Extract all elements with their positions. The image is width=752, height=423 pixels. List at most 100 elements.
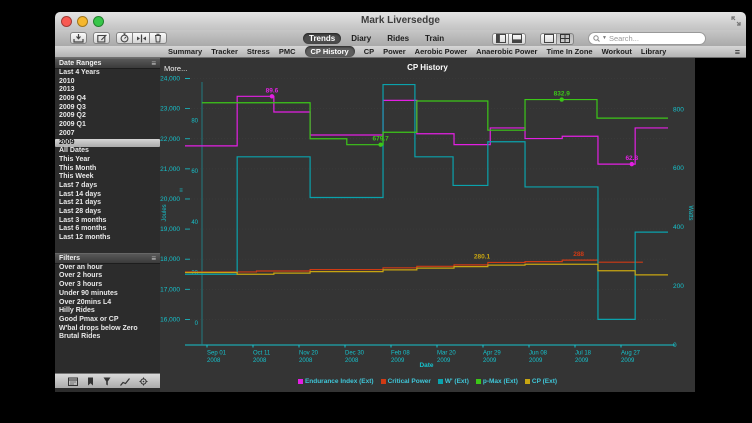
search-input[interactable]: ▼ Search... [588, 32, 706, 45]
date-range-item-this-week[interactable]: This Week [55, 173, 160, 182]
x-tick-label: Sep 012008 [207, 351, 227, 365]
fullscreen-icon[interactable] [731, 16, 741, 26]
filter-item-under-90-minutes[interactable]: Under 90 minutes [55, 290, 160, 299]
legend-item-w-ext: W' (Ext) [438, 378, 469, 385]
filters-menu-icon[interactable]: ≡ [151, 255, 156, 262]
bookmark-icon[interactable] [87, 377, 94, 386]
data-label: 832.9 [554, 91, 571, 98]
toggle-sidebar-button[interactable] [492, 33, 509, 45]
date-range-item-this-year[interactable]: This Year [55, 156, 160, 165]
ei-axis-title: ≡ [179, 188, 183, 194]
tab-aerobic-power[interactable]: Aerobic Power [415, 47, 468, 56]
calendar-icon[interactable] [68, 377, 78, 386]
date-range-item-last-4-years[interactable]: Last 4 Years [55, 69, 160, 78]
watts-tick-label: 0 [673, 342, 677, 349]
joules-tick-label: 16,000 [160, 316, 180, 323]
tab-pmc[interactable]: PMC [279, 47, 296, 56]
data-point [630, 162, 634, 166]
filter-item-over-2-hours[interactable]: Over 2 hours [55, 272, 160, 281]
filter-item-hilly-rides[interactable]: Hilly Rides [55, 307, 160, 316]
cp-history-plot[interactable]: Sep 012008Oct 112008Nov 202008Dec 302008… [160, 58, 695, 392]
window-title: Mark Liversedge [55, 15, 746, 26]
tabbar-menu-icon[interactable]: ≡ [735, 47, 740, 57]
filter-item-over-20mins-l4[interactable]: Over 20mins L4 [55, 299, 160, 308]
tab-power[interactable]: Power [383, 47, 406, 56]
tab-stress[interactable]: Stress [247, 47, 270, 56]
series-endurance-index-ext- [185, 96, 668, 164]
legend-swatch [476, 379, 481, 384]
date-range-item-2010[interactable]: 2010 [55, 78, 160, 87]
tab-tracker[interactable]: Tracker [211, 47, 238, 56]
date-range-item-this-month[interactable]: This Month [55, 165, 160, 174]
legend-item-endurance-index-ext: Endurance Index (Ext) [298, 378, 374, 385]
legend-item-p-max-ext: p-Max (Ext) [476, 378, 518, 385]
watts-tick-label: 200 [673, 283, 684, 290]
layout-single-button[interactable] [540, 33, 557, 45]
series-w-ext- [185, 85, 668, 320]
delete-button[interactable] [150, 32, 167, 44]
date-range-item-2009-q1[interactable]: 2009 Q1 [55, 121, 160, 130]
tab-summary[interactable]: Summary [168, 47, 202, 56]
legend-label: Endurance Index (Ext) [305, 378, 374, 385]
date-range-item-last-6-months[interactable]: Last 6 months [55, 225, 160, 234]
ei-tick-label: 60 [191, 169, 198, 175]
date-range-item-all-dates[interactable]: All Dates [55, 147, 160, 156]
date-range-item-last-14-days[interactable]: Last 14 days [55, 191, 160, 200]
view-tab-trends[interactable]: Trends [303, 33, 341, 44]
tab-cp-history[interactable]: CP History [305, 46, 355, 57]
chart-tab-bar: Summary Tracker Stress PMC CP History CP Power… [55, 46, 746, 58]
date-range-item-last-7-days[interactable]: Last 7 days [55, 182, 160, 191]
date-range-item-2009-q4[interactable]: 2009 Q4 [55, 95, 160, 104]
settings-icon[interactable] [139, 377, 148, 386]
intervals-split-button[interactable] [133, 32, 150, 44]
toggle-bottombar-button[interactable] [509, 33, 526, 45]
date-range-item-2013[interactable]: 2013 [55, 86, 160, 95]
date-range-item-2009-q3[interactable]: 2009 Q3 [55, 104, 160, 113]
date-range-item-last-3-months[interactable]: Last 3 months [55, 217, 160, 226]
filter-icon[interactable] [103, 377, 111, 386]
compose-button[interactable] [93, 32, 110, 44]
legend-item-critical-power: Critical Power [381, 378, 431, 385]
view-tab-diary[interactable]: Diary [345, 33, 377, 44]
tab-library[interactable]: Library [641, 47, 666, 56]
tab-workout[interactable]: Workout [602, 47, 632, 56]
x-tick-label: Dec 302008 [345, 351, 365, 365]
date-range-item-2007[interactable]: 2007 [55, 130, 160, 139]
layout-tiled-button[interactable] [557, 33, 574, 45]
data-label: 679.7 [372, 136, 389, 143]
joules-tick-label: 24,000 [160, 76, 180, 83]
date-range-item-last-12-months[interactable]: Last 12 months [55, 234, 160, 243]
window-titlebar[interactable]: Mark Liversedge [55, 12, 746, 31]
date-range-item-2009[interactable]: 2009 [55, 139, 160, 148]
filter-item-over-an-hour[interactable]: Over an hour [55, 264, 160, 273]
import-button[interactable] [70, 32, 87, 44]
cp-history-chart: Sep 012008Oct 112008Nov 202008Dec 302008… [160, 58, 695, 392]
date-ranges-menu-icon[interactable]: ≡ [151, 60, 156, 67]
tab-anaerobic-power[interactable]: Anaerobic Power [476, 47, 537, 56]
date-range-item-2009-q2[interactable]: 2009 Q2 [55, 112, 160, 121]
search-icon [593, 35, 600, 42]
legend-label: Critical Power [388, 378, 431, 385]
date-ranges-header[interactable]: Date Ranges ≡ [55, 58, 160, 69]
filter-item-brutal-rides[interactable]: Brutal Rides [55, 333, 160, 342]
filters-header[interactable]: Filters ≡ [55, 253, 160, 264]
legend-label: p-Max (Ext) [483, 378, 518, 385]
joules-tick-label: 18,000 [160, 256, 180, 263]
watts-tick-label: 400 [673, 224, 684, 231]
timer-button[interactable] [116, 32, 133, 44]
joules-axis-title: Joules [162, 204, 168, 221]
tab-cp[interactable]: CP [364, 47, 374, 56]
ei-tick-label: 80 [191, 119, 198, 125]
date-range-item-last-21-days[interactable]: Last 21 days [55, 199, 160, 208]
x-tick-label: Nov 202008 [299, 351, 319, 365]
filter-item-good-pmax-or-cp[interactable]: Good Pmax or CP [55, 316, 160, 325]
search-scope-caret-icon[interactable]: ▼ [602, 36, 607, 41]
chart-icon[interactable] [120, 377, 130, 386]
filter-item-over-3-hours[interactable]: Over 3 hours [55, 281, 160, 290]
filter-item-w-bal-drops-below-zero[interactable]: W'bal drops below Zero [55, 325, 160, 334]
date-range-item-last-28-days[interactable]: Last 28 days [55, 208, 160, 217]
view-tab-train[interactable]: Train [419, 33, 450, 44]
tab-time-in-zone[interactable]: Time In Zone [546, 47, 592, 56]
view-tab-rides[interactable]: Rides [381, 33, 415, 44]
data-label: 89.6 [266, 87, 279, 94]
